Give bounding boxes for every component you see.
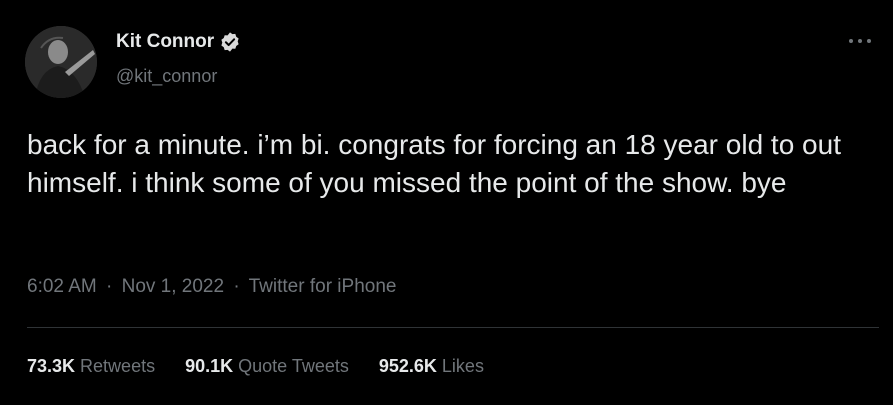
tweet-text: back for a minute. i’m bi. congrats for … bbox=[27, 129, 841, 198]
tweet-card: Kit Connor @kit_connor back for a minute… bbox=[0, 0, 893, 405]
likes-stat[interactable]: 952.6K Likes bbox=[379, 356, 484, 377]
retweets-stat[interactable]: 73.3K Retweets bbox=[27, 356, 155, 377]
retweets-count: 73.3K bbox=[27, 356, 76, 376]
verified-badge-icon bbox=[219, 31, 241, 53]
more-dot bbox=[867, 39, 871, 43]
more-dot bbox=[849, 39, 853, 43]
likes-count: 952.6K bbox=[378, 356, 437, 376]
retweets-label: Retweets bbox=[80, 356, 156, 376]
quote-tweets-count: 90.1K bbox=[185, 356, 234, 376]
quote-tweets-stat[interactable]: 90.1K Quote Tweets bbox=[185, 356, 349, 377]
quote-tweets-label: Quote Tweets bbox=[238, 356, 349, 376]
meta-separator: · bbox=[106, 276, 113, 297]
author-name-row[interactable]: Kit Connor bbox=[116, 31, 241, 53]
tweet-meta: 6:02 AM · Nov 1, 2022 · Twitter for iPho… bbox=[27, 276, 396, 298]
tweet-stats: 73.3K Retweets 90.1K Quote Tweets 952.6K Li… bbox=[27, 356, 514, 377]
divider bbox=[27, 327, 879, 328]
author-handle[interactable]: @kit_connor bbox=[116, 66, 217, 87]
avatar[interactable] bbox=[25, 26, 97, 98]
tweet-time[interactable]: 6:02 AM bbox=[27, 276, 97, 297]
display-name[interactable]: Kit Connor bbox=[116, 31, 214, 53]
tweet-date[interactable]: Nov 1, 2022 bbox=[122, 276, 224, 297]
more-dot bbox=[858, 39, 862, 43]
meta-separator: · bbox=[233, 276, 240, 297]
tweet-source[interactable]: Twitter for iPhone bbox=[249, 276, 397, 297]
likes-label: Likes bbox=[441, 356, 484, 376]
profile-photo-icon bbox=[25, 26, 97, 98]
more-options-icon[interactable] bbox=[849, 36, 871, 46]
